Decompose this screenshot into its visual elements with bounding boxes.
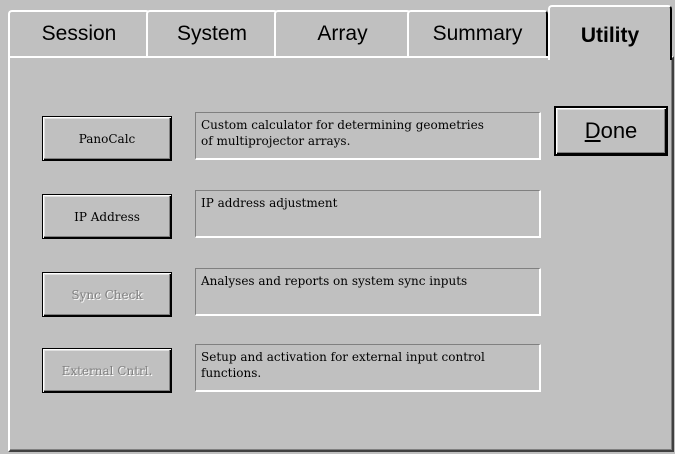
tab-summary[interactable]: Summary: [407, 10, 548, 56]
external-control-button[interactable]: External Cntrl.: [42, 348, 172, 393]
tab-utility[interactable]: Utility: [548, 5, 672, 60]
tab-system[interactable]: System: [146, 10, 278, 56]
done-mnemonic: D: [584, 118, 601, 143]
tab-array[interactable]: Array: [274, 10, 411, 56]
panocalc-description: Custom calculator for determining geomet…: [195, 112, 541, 160]
utility-panel: PanoCalc Custom calculator for determini…: [8, 56, 674, 452]
utility-window: Session System Array Summary Utility Pan…: [0, 0, 675, 454]
ip-address-button[interactable]: IP Address: [42, 194, 172, 239]
tab-session[interactable]: Session: [8, 10, 150, 56]
external-control-description: Setup and activation for external input …: [195, 344, 541, 392]
sync-check-button[interactable]: Sync Check: [42, 272, 172, 317]
done-label: one: [600, 118, 638, 143]
panocalc-button[interactable]: PanoCalc: [42, 116, 172, 161]
done-button[interactable]: Done: [554, 106, 668, 156]
ip-address-description: IP address adjustment: [195, 190, 541, 238]
sync-check-description: Analyses and reports on system sync inpu…: [195, 268, 541, 316]
